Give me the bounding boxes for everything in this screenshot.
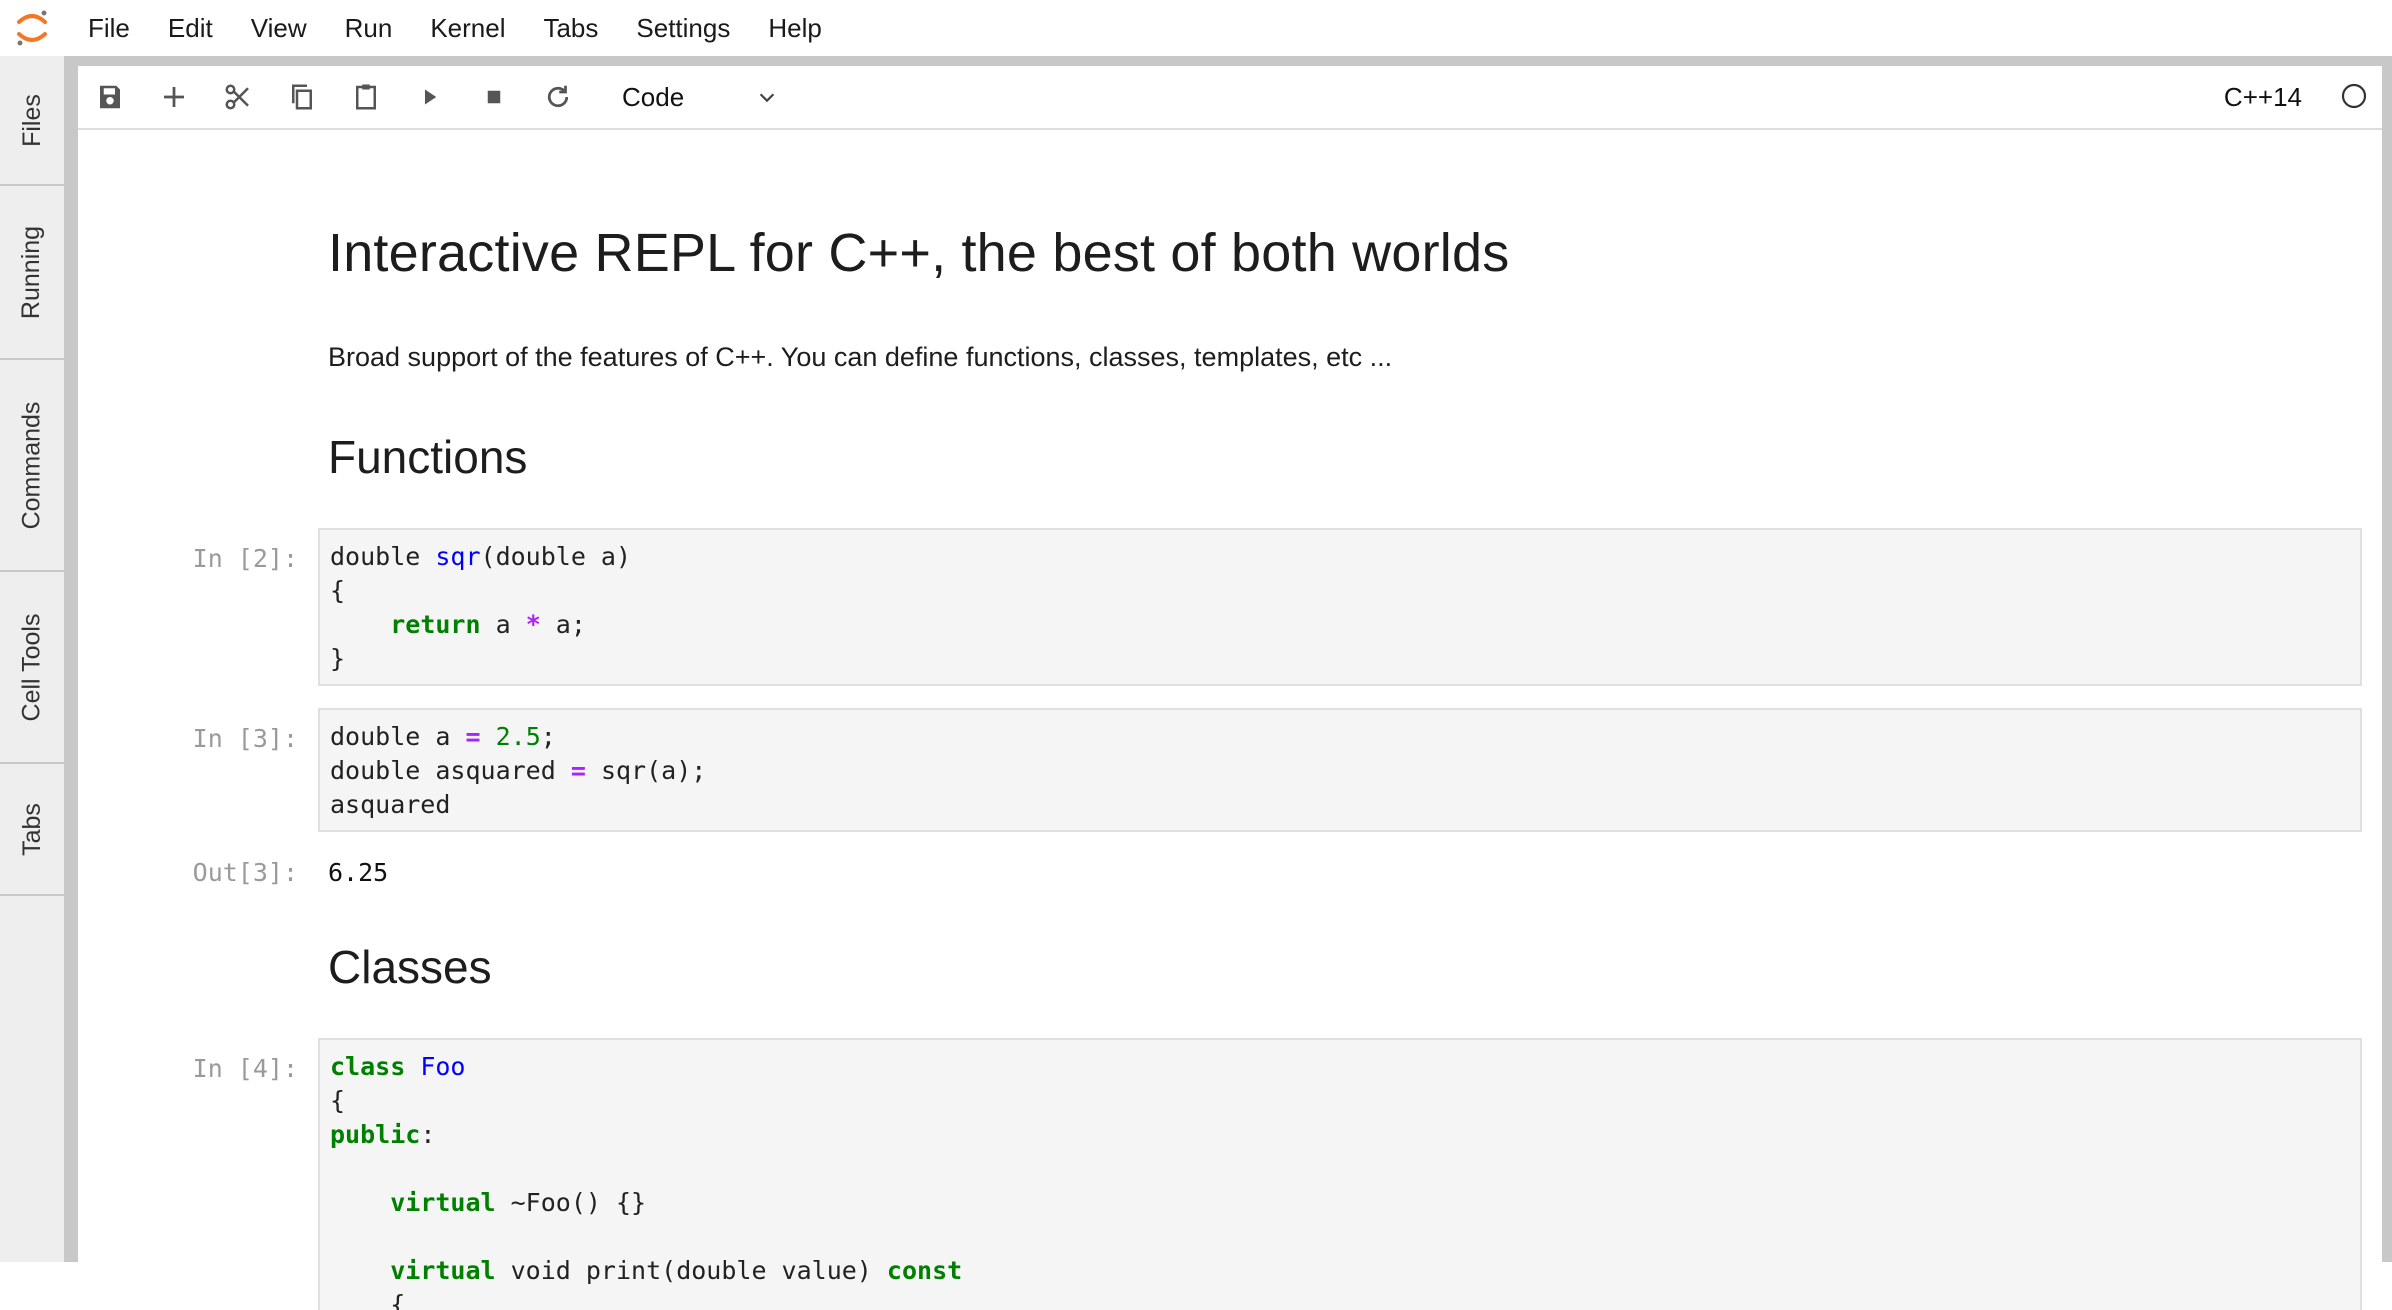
side-tab-label: Tabs xyxy=(17,802,46,856)
side-tab-label: Commands xyxy=(17,401,46,529)
jupyter-logo-icon[interactable] xyxy=(0,0,64,56)
side-tab-running[interactable]: Running xyxy=(0,186,64,360)
cell-prompt: In [4]: xyxy=(192,1054,298,1083)
stop-icon xyxy=(487,90,501,104)
plus-icon xyxy=(164,87,184,107)
save-icon xyxy=(100,85,120,109)
markdown-functions-cell: Functions xyxy=(328,430,527,484)
cell-prompt: In [3]: xyxy=(192,724,298,753)
paste-icon xyxy=(356,84,376,110)
run-button[interactable] xyxy=(398,66,462,128)
code-cell-class-foo[interactable]: class Foo { public: virtual ~Foo() {} vi… xyxy=(318,1038,2362,1310)
menu-items: File Edit View Run Kernel Tabs Settings … xyxy=(64,0,848,56)
kernel-idle-status-icon xyxy=(2341,83,2367,109)
copy-icon xyxy=(292,84,312,110)
notebook-toolbar: Code C++14 xyxy=(78,66,2382,130)
output-prompt: Out[3]: xyxy=(192,858,298,887)
section-heading-classes: Classes xyxy=(328,941,492,993)
chevron-down-icon xyxy=(759,93,775,103)
insert-cell-button[interactable] xyxy=(142,66,206,128)
save-button[interactable] xyxy=(78,66,142,128)
menu-edit[interactable]: Edit xyxy=(156,0,225,56)
side-tab-commands[interactable]: Commands xyxy=(0,360,64,572)
menu-file[interactable]: File xyxy=(76,0,142,56)
menu-tabs[interactable]: Tabs xyxy=(531,0,610,56)
menu-run[interactable]: Run xyxy=(333,0,405,56)
notebook-panel: Code C++14 Interactive REPL for C++, the… xyxy=(78,66,2382,1310)
kernel-name[interactable]: C++14 xyxy=(2224,66,2302,128)
run-icon xyxy=(425,89,437,105)
menu-kernel[interactable]: Kernel xyxy=(418,0,517,56)
restart-button[interactable] xyxy=(526,66,590,128)
section-heading-functions: Functions xyxy=(328,431,528,483)
scissors-icon xyxy=(225,84,249,110)
intro-paragraph: Broad support of the features of C++. Yo… xyxy=(328,342,1393,372)
paste-button[interactable] xyxy=(334,66,398,128)
cell-prompt: In [2]: xyxy=(192,544,298,573)
cell-type-value: Code xyxy=(622,81,685,112)
notebook-title: Interactive REPL for C++, the best of bo… xyxy=(328,223,1510,283)
menu-bar: File Edit View Run Kernel Tabs Settings … xyxy=(0,0,2392,56)
cell-output: 6.25 xyxy=(328,858,389,887)
code-cell-asquared[interactable]: double a = 2.5; double asquared = sqr(a)… xyxy=(318,708,2362,832)
cut-button[interactable] xyxy=(206,66,270,128)
markdown-classes-cell: Classes xyxy=(328,940,492,994)
menu-settings[interactable]: Settings xyxy=(624,0,742,56)
function-name: sqr xyxy=(435,542,481,571)
restart-icon xyxy=(547,85,569,108)
left-sidebar: Files Running Commands Cell Tools Tabs xyxy=(0,56,65,1262)
side-tab-label: Cell Tools xyxy=(17,613,46,721)
code-editor[interactable]: class Foo { public: virtual ~Foo() {} vi… xyxy=(320,1040,2360,1310)
code-cell-sqr[interactable]: double sqr(double a) { return a * a; } xyxy=(318,528,2362,686)
code-editor[interactable]: double a = 2.5; double asquared = sqr(a)… xyxy=(320,710,2360,832)
menu-view[interactable]: View xyxy=(239,0,319,56)
code-editor[interactable]: double sqr(double a) { return a * a; } xyxy=(320,530,2360,686)
stop-button[interactable] xyxy=(462,66,526,128)
side-tab-cell-tools[interactable]: Cell Tools xyxy=(0,572,64,764)
copy-button[interactable] xyxy=(270,66,334,128)
side-tab-label: Files xyxy=(17,93,46,147)
side-tab-tabs[interactable]: Tabs xyxy=(0,764,64,896)
main-area: Code C++14 Interactive REPL for C++, the… xyxy=(64,56,2392,1310)
side-tab-label: Running xyxy=(17,225,46,319)
cell-type-select[interactable]: Code xyxy=(610,75,790,119)
notebook-content[interactable]: Interactive REPL for C++, the best of bo… xyxy=(78,130,2382,1310)
side-tab-files[interactable]: Files xyxy=(0,56,64,186)
markdown-title-cell: Interactive REPL for C++, the best of bo… xyxy=(328,222,1509,284)
menu-help[interactable]: Help xyxy=(756,0,833,56)
